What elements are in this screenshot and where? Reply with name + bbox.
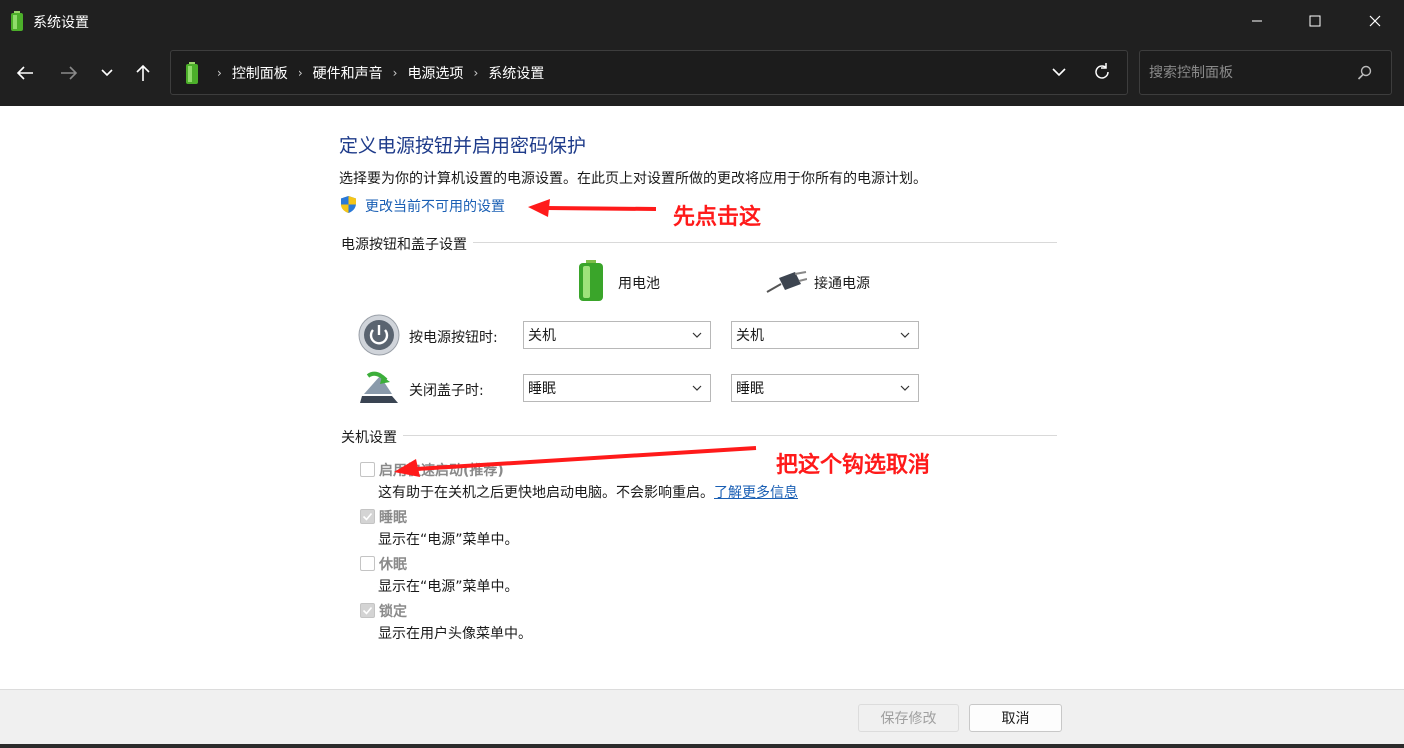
- sleep-label: 睡眠: [379, 510, 407, 526]
- footer-bar: 保存修改 取消: [0, 689, 1404, 744]
- refresh-icon: [1095, 63, 1109, 79]
- power-plug-icon: [766, 271, 807, 293]
- forward-button[interactable]: [54, 58, 84, 88]
- select-value: 睡眠: [528, 381, 556, 397]
- chevron-right-icon: ›: [217, 65, 222, 80]
- chevron-down-icon: [692, 385, 702, 391]
- select-value: 关机: [528, 328, 556, 344]
- window-title: 系统设置: [33, 15, 89, 31]
- back-button[interactable]: [10, 58, 40, 88]
- sleep-checkbox[interactable]: [360, 509, 375, 524]
- chevron-down-icon: [101, 69, 113, 77]
- page-description: 选择要为你的计算机设置的电源设置。在此页上对设置所做的更改将应用于你所有的电源计…: [339, 171, 927, 187]
- annotation-arrow-1: [528, 199, 657, 217]
- battery-app-icon: [11, 11, 23, 31]
- fast-startup-description: 这有助于在关机之后更快地启动电脑。不会影响重启。了解更多信息: [378, 482, 798, 502]
- cancel-button[interactable]: 取消: [969, 704, 1062, 732]
- annotation-uncheck-this: 把这个钩选取消: [776, 453, 931, 478]
- lock-description: 显示在用户头像菜单中。: [378, 626, 532, 642]
- address-history-button[interactable]: [1051, 63, 1067, 85]
- lid-close-row-label: 关闭盖子时:: [409, 383, 484, 399]
- annotation-arrow-2: [394, 446, 757, 477]
- minimize-button[interactable]: [1228, 0, 1286, 42]
- lock-label: 锁定: [379, 604, 407, 620]
- checkmark-icon: [362, 606, 373, 615]
- chevron-right-icon: ›: [297, 65, 303, 80]
- hibernate-description: 显示在“电源”菜单中。: [378, 579, 519, 595]
- arrow-right-icon: [61, 66, 78, 80]
- up-button[interactable]: [128, 58, 158, 88]
- chevron-down-icon: [692, 332, 702, 338]
- close-button[interactable]: [1346, 0, 1404, 42]
- breadcrumb-system-settings[interactable]: 系统设置: [488, 63, 544, 83]
- battery-location-icon: [186, 61, 198, 84]
- change-unavailable-settings-link[interactable]: 更改当前不可用的设置: [365, 196, 505, 216]
- section-divider: [341, 435, 1057, 436]
- search-box[interactable]: [1139, 50, 1392, 95]
- breadcrumb: › 控制面板 › 硬件和声音 › 电源选项 › 系统设置: [185, 51, 544, 94]
- search-input[interactable]: [1149, 63, 1349, 83]
- annotation-click-here: 先点击这: [673, 205, 762, 230]
- select-value: 关机: [736, 328, 764, 344]
- chevron-down-icon: [900, 332, 910, 338]
- battery-column-label: 用电池: [618, 276, 660, 292]
- save-changes-button[interactable]: 保存修改: [858, 704, 959, 732]
- maximize-button[interactable]: [1286, 0, 1344, 42]
- checkmark-icon: [362, 512, 373, 521]
- maximize-icon: [1309, 15, 1321, 27]
- arrow-up-icon: [136, 64, 150, 81]
- hibernate-label: 休眠: [379, 557, 407, 573]
- battery-icon: [579, 260, 603, 301]
- fast-startup-desc-text: 这有助于在关机之后更快地启动电脑。不会影响重启。: [378, 485, 714, 501]
- chevron-down-icon: [900, 385, 910, 391]
- laptop-lid-icon: [360, 371, 398, 403]
- chevron-down-icon: [1052, 68, 1066, 77]
- chevron-right-icon: ›: [392, 65, 398, 80]
- chevron-right-icon: ›: [473, 65, 479, 80]
- refresh-button[interactable]: [1093, 62, 1111, 86]
- page-title: 定义电源按钮并启用密码保护: [339, 135, 587, 157]
- title-bar: 系统设置: [0, 0, 1404, 42]
- plugged-in-column-label: 接通电源: [814, 276, 870, 292]
- power-buttons-section-title: 电源按钮和盖子设置: [341, 234, 473, 254]
- sleep-description: 显示在“电源”菜单中。: [378, 532, 519, 548]
- learn-more-link[interactable]: 了解更多信息: [714, 485, 798, 501]
- breadcrumb-hardware-sound[interactable]: 硬件和声音: [313, 63, 383, 83]
- window-bottom-edge: [0, 744, 1404, 748]
- uac-shield-icon: [341, 196, 356, 213]
- select-value: 睡眠: [736, 381, 764, 397]
- lid-close-plugged-select[interactable]: 睡眠: [731, 374, 919, 402]
- address-bar[interactable]: › 控制面板 › 硬件和声音 › 电源选项 › 系统设置: [170, 50, 1128, 95]
- breadcrumb-control-panel[interactable]: 控制面板: [232, 63, 288, 83]
- power-button-battery-select[interactable]: 关机: [523, 321, 711, 349]
- lock-checkbox[interactable]: [360, 603, 375, 618]
- minimize-icon: [1252, 20, 1262, 22]
- arrow-left-icon: [16, 66, 33, 80]
- power-button-icon: [358, 314, 400, 356]
- recent-locations-button[interactable]: [92, 58, 122, 88]
- hibernate-checkbox[interactable]: [360, 556, 375, 571]
- power-button-plugged-select[interactable]: 关机: [731, 321, 919, 349]
- power-button-row-label: 按电源按钮时:: [409, 330, 498, 346]
- lid-close-battery-select[interactable]: 睡眠: [523, 374, 711, 402]
- main-content: 定义电源按钮并启用密码保护 选择要为你的计算机设置的电源设置。在此页上对设置所做…: [0, 106, 1404, 690]
- breadcrumb-power-options[interactable]: 电源选项: [407, 63, 463, 83]
- fast-startup-checkbox[interactable]: [360, 462, 375, 477]
- close-icon: [1369, 15, 1381, 27]
- search-icon[interactable]: [1357, 65, 1373, 81]
- navigation-bar: › 控制面板 › 硬件和声音 › 电源选项 › 系统设置: [0, 42, 1404, 106]
